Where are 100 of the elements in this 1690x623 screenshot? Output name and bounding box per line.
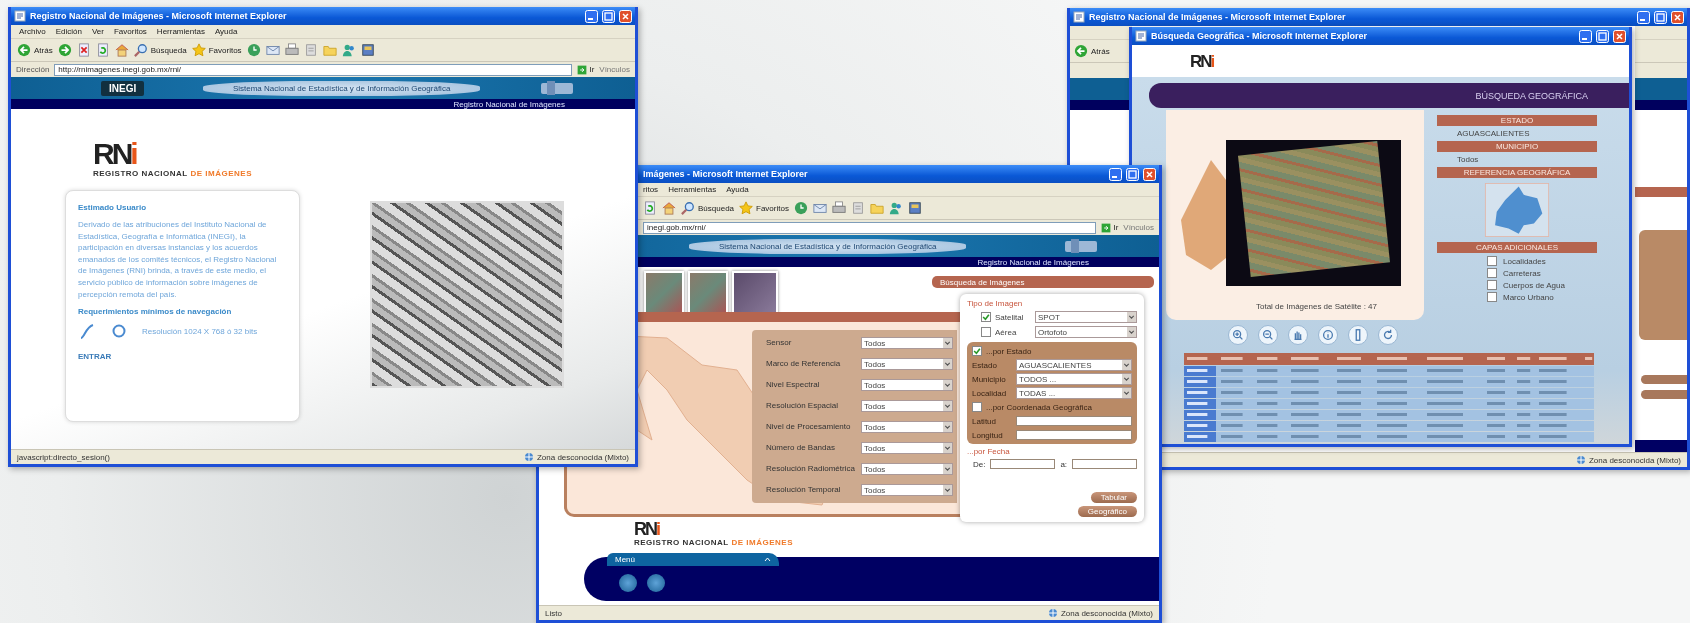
close-button[interactable] <box>1613 29 1626 43</box>
menu-item[interactable]: Archivo <box>19 27 46 36</box>
envelope-icon[interactable] <box>812 201 827 215</box>
close-button[interactable] <box>1671 10 1684 24</box>
checkbox[interactable] <box>1487 256 1497 266</box>
zoom-in-button[interactable] <box>1228 325 1248 345</box>
dropdown[interactable]: Todos <box>861 442 953 454</box>
document-icon[interactable] <box>303 43 318 57</box>
back-button[interactable]: Atrás <box>1074 44 1110 58</box>
history-icon[interactable] <box>793 201 808 215</box>
refresh-icon[interactable] <box>95 43 110 57</box>
people-icon[interactable] <box>341 43 356 57</box>
maximize-button[interactable] <box>1654 10 1667 24</box>
dropdown[interactable]: Todos <box>861 358 953 370</box>
people-icon[interactable] <box>888 201 903 215</box>
search-button[interactable]: Búsqueda <box>133 43 187 57</box>
menu-item[interactable]: Edición <box>55 27 82 36</box>
window-title: Registro Nacional de Imágenes - Microsoft Internet Explorer <box>1089 12 1347 22</box>
dropdown[interactable]: Todos <box>861 421 953 433</box>
menu-tab[interactable]: Menú <box>607 553 779 566</box>
search-icon <box>133 43 148 57</box>
refresh-icon[interactable] <box>643 201 657 215</box>
date-field[interactable] <box>1072 459 1137 469</box>
go-button[interactable]: Ir <box>577 64 595 75</box>
info-button[interactable] <box>1318 325 1338 345</box>
envelope-icon[interactable] <box>265 43 280 57</box>
date-field[interactable] <box>990 459 1056 469</box>
printer-icon[interactable] <box>284 43 299 57</box>
minimize-button[interactable] <box>1109 167 1122 181</box>
dropdown[interactable]: Todos <box>861 484 953 496</box>
checkbox[interactable] <box>1487 268 1497 278</box>
state-value: AGUASCALIENTES <box>1456 129 1531 138</box>
dropdown[interactable]: SPOT <box>1035 311 1137 323</box>
municipality-value: Todos <box>1456 155 1480 164</box>
menu-item[interactable]: Herramientas <box>156 27 205 36</box>
ruler-button[interactable] <box>1348 325 1368 345</box>
maximize-button[interactable] <box>602 9 615 23</box>
book-icon[interactable] <box>907 201 922 215</box>
back-button[interactable]: Atrás <box>17 43 53 57</box>
window-title: Búsqueda Geográfica - Microsoft Internet Explorer <box>1151 31 1369 41</box>
menu-item[interactable]: Ayuda <box>214 27 238 36</box>
search-button[interactable]: Búsqueda <box>681 201 735 215</box>
favorites-button[interactable]: Favoritos <box>739 201 789 215</box>
dropdown[interactable]: Ortofoto <box>1035 326 1137 338</box>
input-field[interactable] <box>1016 416 1132 426</box>
stop-icon[interactable] <box>76 43 91 57</box>
checkbox[interactable] <box>981 312 991 322</box>
dropdown[interactable]: TODOS ... <box>1016 373 1132 385</box>
input-field[interactable] <box>1016 430 1132 440</box>
dropdown[interactable]: Todos <box>861 400 953 412</box>
checkbox[interactable] <box>1487 280 1497 290</box>
logo-mark: RNi <box>93 139 138 169</box>
checkbox-label: Aérea <box>995 327 1018 337</box>
status-text: Listo <box>545 608 562 618</box>
minimize-button[interactable] <box>1637 10 1650 24</box>
maximize-button[interactable] <box>1596 29 1609 43</box>
zoom-out-button[interactable] <box>1258 325 1278 345</box>
dropdown[interactable]: Todos <box>861 463 953 475</box>
close-button[interactable] <box>1143 167 1156 181</box>
house-icon[interactable] <box>114 43 129 57</box>
dropdown[interactable]: TODAS ... <box>1016 387 1132 399</box>
document-icon[interactable] <box>850 201 865 215</box>
checkbox[interactable] <box>1487 292 1497 302</box>
caret-icon <box>943 338 952 348</box>
minimize-button[interactable] <box>585 9 598 23</box>
menu-item[interactable]: Favoritos <box>113 27 147 36</box>
menu-item[interactable]: Ver <box>91 27 104 36</box>
house-icon[interactable] <box>662 201 676 215</box>
menu-item[interactable]: Herramientas <box>668 185 717 194</box>
links-label[interactable]: Vínculos <box>1123 223 1154 232</box>
address-field[interactable]: http://rnimagenes.inegi.gob.mx/rni/ <box>54 63 573 76</box>
links-label[interactable]: Vínculos <box>599 65 630 74</box>
printer-icon[interactable] <box>831 201 846 215</box>
search-button[interactable] <box>1641 375 1687 384</box>
go-button[interactable]: Ir <box>1101 222 1119 233</box>
address-field[interactable]: inegi.gob.mx/rni/ <box>643 221 1097 234</box>
menu-item[interactable]: Ayuda <box>726 185 749 194</box>
checkbox[interactable] <box>972 402 982 412</box>
checkbox-label: Satelital <box>995 312 1025 322</box>
dropdown[interactable]: Todos <box>861 337 953 349</box>
close-button[interactable] <box>619 9 632 23</box>
enter-link[interactable]: ENTRAR <box>78 352 112 362</box>
dropdown[interactable]: AGUASCALIENTES <box>1016 359 1132 371</box>
caret-icon <box>1122 360 1131 370</box>
hand-button[interactable] <box>1288 325 1308 345</box>
checkbox[interactable] <box>972 346 982 356</box>
history-icon[interactable] <box>246 43 261 57</box>
caret-icon <box>1122 374 1131 384</box>
search-button[interactable]: Geográfico <box>1077 506 1137 517</box>
dropdown[interactable]: Todos <box>861 379 953 391</box>
maximize-button[interactable] <box>1126 167 1139 181</box>
menu-item[interactable]: ritos <box>643 185 659 194</box>
checkbox[interactable] <box>981 327 991 337</box>
favorites-button[interactable]: Favoritos <box>191 43 242 57</box>
refresh-button[interactable] <box>1378 325 1398 345</box>
book-icon[interactable] <box>360 43 375 57</box>
forward-arrow-icon[interactable] <box>57 43 72 57</box>
logo-mark: RNi <box>1190 52 1214 70</box>
search-button[interactable] <box>1641 390 1687 399</box>
minimize-button[interactable] <box>1579 29 1592 43</box>
